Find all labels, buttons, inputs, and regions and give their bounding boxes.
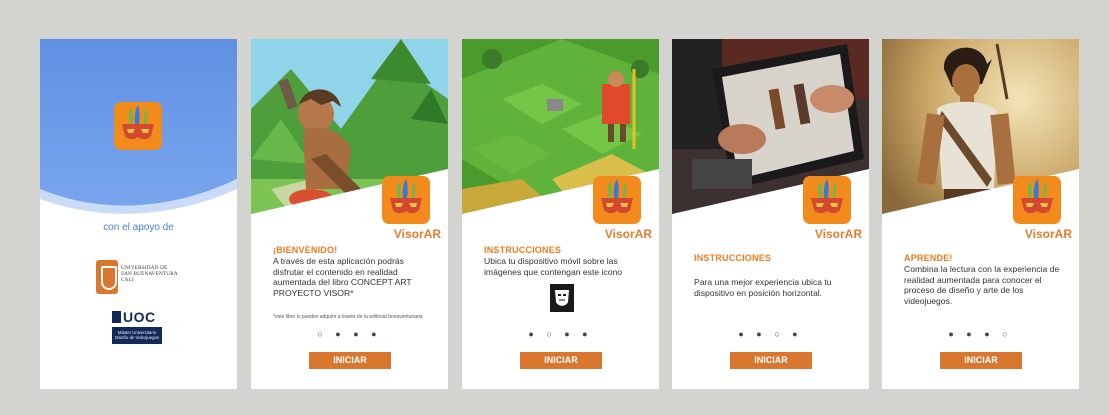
visorar-logo-icon: [593, 176, 641, 224]
face-scan-icon: [550, 284, 574, 312]
start-button[interactable]: INICIAR: [730, 352, 812, 369]
visorar-logo-icon: [114, 102, 162, 150]
slide-title: ¡BIENVENIDO!: [273, 245, 338, 255]
page-indicator[interactable]: ● ● ● ○: [882, 329, 1079, 339]
start-button[interactable]: INICIAR: [309, 352, 391, 369]
app-name: VisorAR: [393, 227, 441, 241]
uoc-subtitle: Máster Universitario Diseño de Videojueg…: [112, 327, 162, 344]
visorar-logo-icon: [1013, 176, 1061, 224]
onboarding-screen-welcome: VisorAR ¡BIENVENIDO! A través de esta ap…: [251, 39, 448, 389]
support-text: con el apoyo de: [103, 222, 174, 233]
visorar-logo-icon: [382, 176, 430, 224]
uoc-name: UOC: [123, 309, 156, 325]
slide-title: INSTRUCCIONES: [484, 245, 562, 255]
app-name: VisorAR: [814, 227, 862, 241]
app-name: VisorAR: [1024, 227, 1072, 241]
page-indicator[interactable]: ○ ● ● ●: [251, 329, 448, 339]
slide-body: Combina la lectura con la experiencia de…: [904, 264, 1060, 306]
onboarding-screen-instructions-horizontal: VisorAR INSTRUCCIONES Para una mejor exp…: [672, 39, 869, 389]
splash-wave-shape: [40, 179, 237, 269]
slide-body: A través de esta aplicación podrás disfr…: [273, 256, 412, 298]
usb-line: CALI: [121, 277, 134, 284]
onboarding-screen-instructions-icon: VisorAR INSTRUCCIONES Ubica tu dispositi…: [462, 39, 659, 389]
start-button[interactable]: INICIAR: [520, 352, 602, 369]
usb-logo: UNIVERSIDAD DE SAN BUENAVENTURA CALI: [96, 260, 186, 296]
fineprint-note: *este libro lo puedes adquirir a través …: [273, 314, 423, 320]
visorar-logo-icon: [803, 176, 851, 224]
slide-body: Para una mejor experiencia ubica tu disp…: [694, 277, 832, 298]
page-indicator[interactable]: ● ● ○ ●: [672, 329, 869, 339]
slide-title: APRENDE!: [904, 253, 953, 263]
splash-screen: con el apoyo de UNIVERSIDAD DE SAN BUENA…: [40, 39, 237, 389]
app-name: VisorAR: [604, 227, 652, 241]
page-indicator[interactable]: ● ○ ● ●: [462, 329, 659, 339]
start-button[interactable]: INICIAR: [940, 352, 1022, 369]
slide-body: Ubica tu dispositivo móvil sobre las imá…: [484, 256, 623, 277]
usb-crest-icon: [96, 260, 118, 294]
uoc-logo: UOC Máster Universitario Diseño de Video…: [112, 309, 164, 347]
onboarding-screen-learn: VisorAR APRENDE! Combina la lectura con …: [882, 39, 1079, 389]
slide-title: INSTRUCCIONES: [694, 253, 772, 263]
uoc-mark-icon: [112, 311, 121, 323]
